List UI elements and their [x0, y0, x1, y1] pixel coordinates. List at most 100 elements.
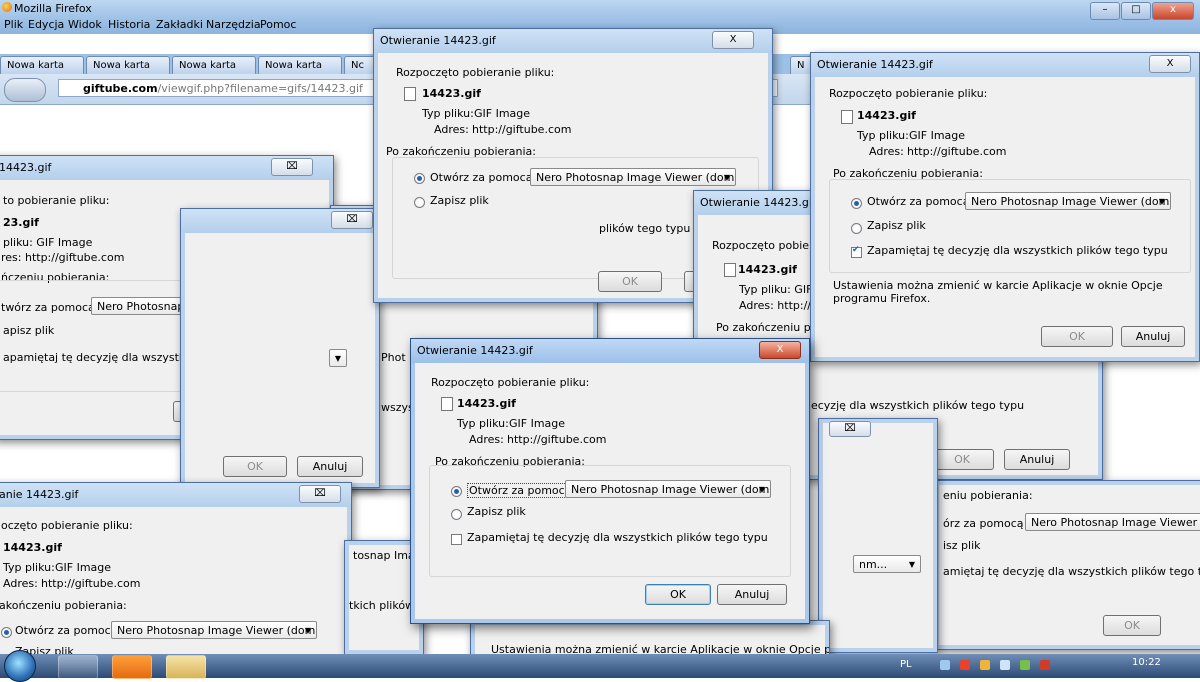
tab-4[interactable]: Nowa karta — [258, 56, 342, 74]
ok-button[interactable]: OK — [1103, 615, 1161, 636]
ok-button[interactable]: OK — [223, 456, 287, 477]
dialog-started-label: Rozpoczęto pobieranie pliku: — [396, 66, 555, 79]
dialog-remember-fragment: tkich plików — [349, 599, 415, 612]
dialog-after-download-label: Po zakończeniu pob — [716, 321, 825, 334]
menu-pomoc[interactable]: Pomoc — [260, 18, 296, 31]
save-file-radio[interactable] — [414, 197, 425, 208]
save-file-radio[interactable] — [851, 223, 862, 234]
cancel-button[interactable]: Anuluj — [1004, 449, 1070, 470]
dialog-filename: 14423.gif — [422, 87, 481, 100]
taskbar-firefox-icon[interactable] — [58, 655, 98, 679]
tray-antivirus-icon[interactable] — [1040, 660, 1050, 670]
save-file-radio[interactable] — [451, 509, 462, 520]
dialog-started-label: to pobieranie pliku: — [3, 194, 110, 207]
remember-checkbox[interactable] — [851, 245, 862, 258]
dialog-app-fragment: Phot — [381, 351, 406, 364]
app-select[interactable]: nm... ▼ — [853, 555, 921, 573]
tray-security-icon[interactable] — [1020, 660, 1030, 670]
taskbar-explorer-icon[interactable] — [166, 655, 206, 679]
dialog-filename: 14423.gif — [857, 109, 916, 122]
dialog-open-with-label: órz za pomocą — [943, 517, 1024, 530]
app-select-value: Nero Photosnap Image Viewer (dom... — [536, 171, 736, 184]
app-select-value: Nero Photosnap Image Viewer (dom... — [571, 483, 771, 496]
maximize-button[interactable]: □ — [1121, 2, 1151, 20]
menu-plik[interactable]: Plik — [4, 18, 23, 31]
open-with-radio[interactable] — [1, 627, 12, 638]
url-path: /viewgif.php?filename=gifs/14423.gif — [157, 82, 363, 95]
app-select[interactable]: Nero Photosnap Image Viewer (dom — [1025, 513, 1200, 531]
minimize-button[interactable]: – — [1090, 2, 1120, 20]
dialog-open-with-label: Otwórz za pomocą — [430, 171, 533, 184]
dialog-close-button[interactable]: ⌧ — [331, 211, 373, 229]
menu-edycja[interactable]: Edycja — [28, 18, 64, 31]
dialog-title: Otwieranie 14423.gif — [380, 34, 496, 47]
cancel-button[interactable]: Anuluj — [297, 456, 363, 477]
dialog-save-label: Zapisz plik — [467, 505, 526, 518]
download-dialog-mid-2: ⌧ ▼ OK Anuluj — [180, 208, 380, 488]
cancel-button[interactable]: Anuluj — [717, 584, 787, 605]
open-with-radio[interactable] — [851, 198, 862, 209]
dialog-open-with-label: Otwórz za pomocą — [467, 483, 574, 498]
back-forward-button[interactable] — [4, 78, 46, 102]
remember-checkbox[interactable] — [451, 534, 462, 545]
dialog-settings-note: Ustawienia można zmienić w karcie Aplika… — [833, 279, 1163, 305]
dialog-file-address-label: Adres: — [869, 145, 904, 158]
volume-icon[interactable] — [1000, 660, 1010, 670]
tab-3[interactable]: Nowa karta — [172, 56, 256, 74]
dropdown-arrow-icon: ▼ — [304, 626, 311, 635]
menu-narzedzia[interactable]: Narzędzia — [206, 18, 261, 31]
dialog-file-type-label: Typ pliku: — [857, 129, 909, 142]
close-button[interactable]: x — [1152, 2, 1194, 20]
dialog-close-button[interactable]: ⌧ — [271, 158, 313, 176]
dialog-save-label: isz plik — [943, 539, 981, 552]
dropdown-arrow-icon: ▼ — [723, 173, 730, 182]
dropdown-arrow-icon: ▼ — [1158, 197, 1165, 206]
download-dialog-bottom-left: anie 14423.gif ⌧ oczęto pobieranie pliku… — [0, 482, 352, 662]
app-select[interactable]: Nero Photosnap Image Viewer (dom...▼ — [530, 168, 736, 186]
dialog-titlebar: Otwieranie 14423.gif X — [411, 339, 809, 363]
ok-button[interactable]: OK — [645, 584, 711, 605]
menu-zakladki[interactable]: Zakładki — [156, 18, 203, 31]
dialog-file-address-label: Adres: — [3, 577, 38, 590]
clock[interactable]: 10:22 — [1132, 657, 1161, 668]
dialog-save-label: Zapisz plik — [430, 194, 489, 207]
menu-historia[interactable]: Historia — [108, 18, 150, 31]
dialog-remember-fragment: decyzję dla wszystkich plików tego typu — [804, 399, 1025, 412]
tab-1[interactable]: Nowa karta — [0, 56, 84, 74]
download-dialog-right-bottom: eniu pobierania: órz za pomocą Nero Phot… — [934, 480, 1200, 650]
dialog-close-button[interactable]: ⌧ — [299, 485, 341, 503]
dialog-titlebar: Otwieranie 14423.gif X — [374, 29, 772, 53]
ok-button[interactable]: OK — [930, 449, 994, 470]
start-button[interactable] — [4, 650, 36, 682]
tray-warning-icon[interactable] — [980, 660, 990, 670]
menu-widok[interactable]: Widok — [68, 18, 102, 31]
dialog-file-address: Adres: http://g — [739, 299, 818, 312]
app-select[interactable]: Nero Photosnap Image Viewer (dom...▼ — [565, 480, 771, 498]
dialog-open-with-label: twórz za pomocą — [1, 301, 95, 314]
cancel-button[interactable]: Anuluj — [1121, 326, 1185, 347]
dialog-started-label: oczęto pobieranie pliku: — [1, 519, 133, 532]
dialog-close-button[interactable]: X — [712, 31, 754, 49]
dialog-close-button[interactable]: X — [759, 341, 801, 359]
taskbar-vlc-icon[interactable] — [112, 655, 152, 679]
language-indicator[interactable]: PL — [900, 659, 912, 670]
dialog-started-label: Rozpoczęto pobieranie pliku: — [829, 87, 988, 100]
dropdown-arrow-icon: ▼ — [908, 560, 915, 569]
tab-2[interactable]: Nowa karta — [86, 56, 170, 74]
dialog-save-label: apisz plik — [3, 324, 55, 337]
app-select-fragment[interactable]: ▼ — [329, 349, 347, 367]
app-select[interactable]: Nero Photosnap Image Viewer (dom...▼ — [965, 192, 1171, 210]
ok-button[interactable]: OK — [598, 271, 662, 292]
dialog-file-type-value: GIF Image — [909, 129, 966, 142]
tray-app-icon[interactable] — [960, 660, 970, 670]
ok-button[interactable]: OK — [1041, 326, 1113, 347]
dialog-file-type: Typ pliku: GIF I — [739, 283, 820, 296]
dialog-close-button[interactable]: X — [1149, 55, 1191, 73]
app-select[interactable]: Nero Photosnap Image Viewer (dom...▼ — [111, 621, 317, 639]
dialog-file-address-label: Adres: — [469, 433, 504, 446]
dialog-after-download-label: akończeniu pobierania: — [0, 599, 127, 612]
open-with-radio[interactable] — [451, 486, 462, 497]
network-icon[interactable] — [940, 660, 950, 670]
dialog-close-button[interactable]: ⌧ — [829, 421, 871, 437]
open-with-radio[interactable] — [414, 173, 425, 184]
